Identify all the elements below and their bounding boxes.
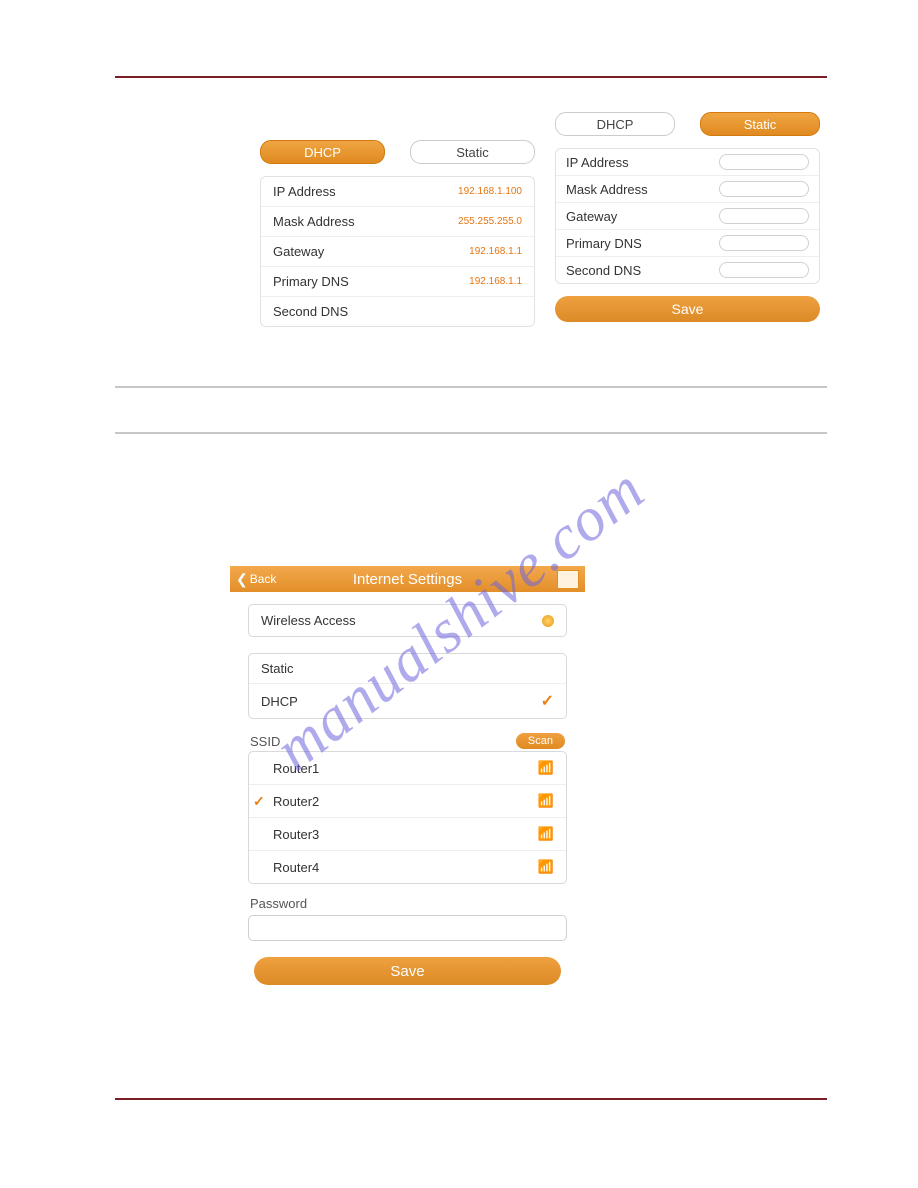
mode-dhcp-row[interactable]: DHCP ✓ [249,683,566,718]
router-row-2[interactable]: ✓ Router2 ︎📶 [249,784,566,817]
ssid-label: SSID [250,734,280,749]
label-ip-address: IP Address [273,184,336,199]
router-name-4: Router4 [273,860,319,875]
page-top-rule [115,76,827,78]
wifi-icon: ︎📶 [538,859,554,875]
checkmark-icon: ✓ [541,691,554,711]
scan-button[interactable]: Scan [516,733,565,749]
row-mask-address: Mask Address 255.255.255.0 [261,206,534,236]
label-primary-dns: Primary DNS [273,274,349,289]
label-ip-input: IP Address [566,155,629,170]
input-gateway[interactable] [719,208,809,224]
static-input-card: IP Address Mask Address Gateway Primary … [555,148,820,284]
row-ip-input: IP Address [556,149,819,175]
value-mask-address: 255.255.255.0 [458,216,522,227]
router-name-1: Router1 [273,761,319,776]
mode-static-row[interactable]: Static [249,654,566,683]
row-second-dns: Second DNS [261,296,534,326]
input-second-dns[interactable] [719,262,809,278]
password-input[interactable] [248,915,567,941]
dhcp-readout-card: IP Address 192.168.1.100 Mask Address 25… [260,176,535,327]
router-row-3[interactable]: Router3 ︎📶 [249,817,566,850]
tab-static-button-2[interactable]: Static [700,112,820,136]
mode-box: Static DHCP ✓ [248,653,567,719]
home-icon[interactable] [557,570,579,589]
wifi-icon: ︎📶 [538,826,554,842]
checkmark-icon: ✓ [253,793,265,810]
back-button[interactable]: ❮ Back [236,566,276,592]
wifi-icon: ︎📶 [538,793,554,809]
titlebar: ❮ Back Internet Settings [230,566,585,592]
router-name-2: Router2 [273,794,319,809]
back-label: Back [250,572,277,586]
internet-settings-panel: ❮ Back Internet Settings Wireless Access… [230,566,585,985]
row-gateway: Gateway 192.168.1.1 [261,236,534,266]
static-input-panel: DHCP Static IP Address Mask Address Gate… [555,112,820,322]
save-button-wifi[interactable]: Save [254,957,561,985]
row-primary-dns: Primary DNS 192.168.1.1 [261,266,534,296]
input-ip-address[interactable] [719,154,809,170]
row-ip-address: IP Address 192.168.1.100 [261,177,534,206]
tab-static-button[interactable]: Static [410,140,535,164]
dhcp-readout-panel: DHCP Static IP Address 192.168.1.100 Mas… [260,140,535,327]
router-row-4[interactable]: Router4 ︎📶 [249,850,566,883]
save-button-static[interactable]: Save [555,296,820,322]
row-sdns-input: Second DNS [556,256,819,283]
input-mask-address[interactable] [719,181,809,197]
tab-dhcp-button[interactable]: DHCP [260,140,385,164]
mode-dhcp-label: DHCP [261,694,298,709]
password-label: Password [250,896,565,911]
mode-static-label: Static [261,661,294,676]
ssid-list: Router1 ︎📶 ✓ Router2 ︎📶 Router3 ︎📶 Route… [248,751,567,884]
label-pdns-input: Primary DNS [566,236,642,251]
page-bottom-rule [115,1098,827,1100]
router-row-1[interactable]: Router1 ︎📶 [249,752,566,784]
label-gateway-input: Gateway [566,209,617,224]
label-mask-address: Mask Address [273,214,355,229]
row-pdns-input: Primary DNS [556,229,819,256]
page-mid-rule [115,386,827,388]
chevron-left-icon: ❮ [236,571,248,588]
screen-title: Internet Settings [353,571,462,588]
wireless-access-label: Wireless Access [261,613,356,628]
radio-selected-icon [542,615,554,627]
router-name-3: Router3 [273,827,319,842]
label-sdns-input: Second DNS [566,263,641,278]
value-primary-dns: 192.168.1.1 [469,276,522,287]
wifi-icon: ︎📶 [538,760,554,776]
label-second-dns: Second DNS [273,304,348,319]
row-gateway-input: Gateway [556,202,819,229]
wireless-access-box[interactable]: Wireless Access [248,604,567,637]
page-mid-rule2 [115,432,827,434]
tab-dhcp-button-2[interactable]: DHCP [555,112,675,136]
label-mask-input: Mask Address [566,182,648,197]
value-gateway: 192.168.1.1 [469,246,522,257]
label-gateway: Gateway [273,244,324,259]
row-mask-input: Mask Address [556,175,819,202]
value-ip-address: 192.168.1.100 [458,186,522,197]
input-primary-dns[interactable] [719,235,809,251]
